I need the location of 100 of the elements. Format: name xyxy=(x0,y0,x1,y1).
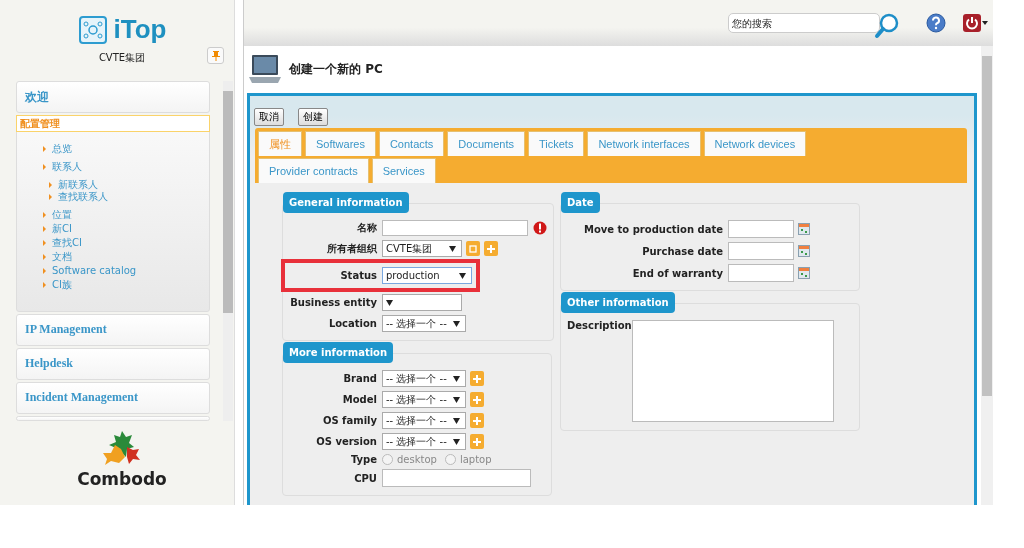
tab[interactable]: Softwares xyxy=(305,131,376,156)
text-field[interactable] xyxy=(382,469,531,487)
add-button[interactable] xyxy=(469,413,484,428)
field-label: 所有者组织 xyxy=(326,241,377,256)
field-label: Type xyxy=(349,454,377,465)
scrollbar[interactable] xyxy=(981,46,993,505)
pin-icon xyxy=(211,50,220,61)
field-label: Move to production date xyxy=(582,223,723,235)
dropdown-arrow-icon xyxy=(452,396,460,403)
select-field[interactable]: -- 选择一个 -- xyxy=(382,433,466,450)
power-menu[interactable] xyxy=(963,14,988,32)
date-field[interactable] xyxy=(728,264,794,282)
menu-header[interactable]: IP Management xyxy=(17,315,209,345)
page-title: 创建一个新的 PC xyxy=(289,60,383,78)
menu-header[interactable]: 欢迎 xyxy=(17,82,209,112)
field-label: OS family xyxy=(321,415,377,426)
date-field[interactable] xyxy=(728,242,794,260)
menu-link[interactable]: 查找CI xyxy=(43,237,82,249)
organization-name: CVTE集团 xyxy=(98,51,146,65)
select-field[interactable]: -- 选择一个 -- xyxy=(382,391,466,408)
radio-button[interactable] xyxy=(382,454,393,465)
dropdown-arrow-icon xyxy=(459,272,466,279)
calendar-icon[interactable] xyxy=(798,267,810,279)
radio-label: desktop xyxy=(397,454,437,465)
tab[interactable]: Documents xyxy=(447,131,525,156)
select-field[interactable]: -- 选择一个 -- xyxy=(382,412,466,429)
section-title: Date xyxy=(561,192,600,213)
plus-icon xyxy=(472,395,481,404)
power-icon xyxy=(963,14,981,32)
field-label: Business entity xyxy=(289,297,377,308)
help-icon[interactable] xyxy=(926,13,946,33)
tab[interactable]: Network interfaces xyxy=(587,131,701,156)
menu-header[interactable]: 配置管理 xyxy=(16,115,210,132)
add-button[interactable] xyxy=(469,371,484,386)
logo-text: iTop xyxy=(113,14,167,45)
details-button[interactable] xyxy=(466,241,480,256)
menu-link[interactable]: 新CI xyxy=(43,223,72,235)
select-field[interactable] xyxy=(382,294,462,311)
section-title: General information xyxy=(283,192,409,213)
form-button[interactable]: 创建 xyxy=(298,108,328,126)
add-button[interactable] xyxy=(484,241,498,256)
description-field[interactable] xyxy=(632,320,834,422)
field-label: Brand xyxy=(342,373,377,384)
menu-link[interactable]: 总览 xyxy=(43,143,72,155)
text-field[interactable] xyxy=(382,220,528,236)
tab[interactable]: Tickets xyxy=(528,131,585,156)
tab[interactable]: 属性 xyxy=(258,131,302,156)
field-label: OS version xyxy=(315,436,377,447)
dropdown-arrow-icon xyxy=(452,417,460,424)
caret-icon xyxy=(982,21,988,25)
logo-icon xyxy=(77,14,108,45)
menu-link[interactable]: CI族 xyxy=(43,279,72,291)
add-button[interactable] xyxy=(469,392,484,407)
field-label: CPU xyxy=(353,472,377,484)
add-button[interactable] xyxy=(469,434,484,449)
dropdown-arrow-icon xyxy=(449,245,456,252)
tab[interactable]: Provider contracts xyxy=(258,158,369,183)
dropdown-arrow-icon xyxy=(452,320,460,327)
brand-name: Combodo xyxy=(77,469,167,489)
scrollbar[interactable] xyxy=(223,81,233,421)
tab[interactable]: Contacts xyxy=(378,131,445,156)
search-icon[interactable] xyxy=(874,13,900,39)
section-title: Other information xyxy=(561,292,675,313)
menu-link[interactable]: 联系人 xyxy=(43,161,82,173)
field-label: End of warranty xyxy=(631,267,723,279)
plus-icon xyxy=(472,374,481,383)
dropdown-arrow-icon xyxy=(386,299,393,306)
select-field[interactable]: CVTE集团 xyxy=(382,240,462,257)
select-field[interactable]: -- 选择一个 -- xyxy=(382,315,466,332)
date-field[interactable] xyxy=(728,220,794,238)
dropdown-arrow-icon xyxy=(452,375,460,382)
calendar-icon[interactable] xyxy=(798,245,810,257)
radio-button[interactable] xyxy=(444,454,456,465)
menu-link[interactable]: 查找联系人 xyxy=(49,191,108,203)
menu-link[interactable]: 文档 xyxy=(43,251,72,263)
menu-link[interactable]: Software catalog xyxy=(43,265,137,277)
calendar-icon[interactable] xyxy=(798,223,810,235)
field-label: Purchase date xyxy=(641,245,723,257)
square-icon xyxy=(469,244,477,253)
tab[interactable]: Services xyxy=(371,158,436,183)
plus-icon xyxy=(472,416,481,425)
pin-button[interactable] xyxy=(207,47,224,64)
search-field[interactable]: 您的搜索 xyxy=(728,13,880,33)
menu-panel[interactable] xyxy=(16,416,210,421)
menu-header[interactable]: Helpdesk xyxy=(17,349,209,379)
plus-icon xyxy=(472,437,481,446)
field-label: Status xyxy=(339,270,377,281)
field-label: 名称 xyxy=(356,221,377,235)
field-label: Model xyxy=(341,394,377,405)
tab[interactable]: Network devices xyxy=(703,131,807,156)
field-label: Location xyxy=(327,318,377,329)
plus-icon xyxy=(487,244,495,253)
menu-link[interactable]: 新联系人 xyxy=(49,179,98,191)
menu-header[interactable]: Incident Management xyxy=(17,383,209,413)
form-button[interactable]: 取消 xyxy=(254,108,284,126)
section-title: More information xyxy=(283,342,394,363)
select-field[interactable]: production xyxy=(382,267,472,284)
select-field[interactable]: -- 选择一个 -- xyxy=(382,370,466,387)
menu-link[interactable]: 位置 xyxy=(43,209,72,221)
dropdown-arrow-icon xyxy=(452,438,460,445)
